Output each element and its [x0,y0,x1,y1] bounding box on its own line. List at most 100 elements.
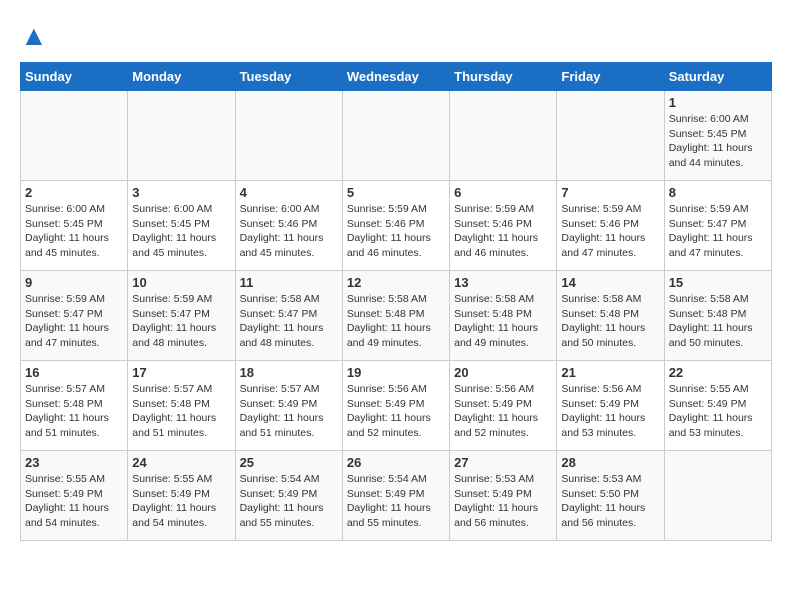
day-info: Sunrise: 5:58 AM Sunset: 5:48 PM Dayligh… [454,292,552,351]
day-number: 17 [132,365,230,380]
day-number: 5 [347,185,445,200]
day-number: 21 [561,365,659,380]
calendar: SundayMondayTuesdayWednesdayThursdayFrid… [20,62,772,541]
day-number: 25 [240,455,338,470]
weekday-header-friday: Friday [557,63,664,91]
day-info: Sunrise: 5:54 AM Sunset: 5:49 PM Dayligh… [347,472,445,531]
logo: ▲ [20,20,50,52]
calendar-cell: 27 Sunrise: 5:53 AM Sunset: 5:49 PM Dayli… [450,451,557,541]
calendar-cell: 16 Sunrise: 5:57 AM Sunset: 5:48 PM Dayli… [21,361,128,451]
calendar-cell: 10 Sunrise: 5:59 AM Sunset: 5:47 PM Dayli… [128,271,235,361]
day-number: 24 [132,455,230,470]
day-number: 22 [669,365,767,380]
weekday-header-row: SundayMondayTuesdayWednesdayThursdayFrid… [21,63,772,91]
calendar-cell [450,91,557,181]
day-number: 13 [454,275,552,290]
day-info: Sunrise: 5:57 AM Sunset: 5:48 PM Dayligh… [132,382,230,441]
calendar-cell: 19 Sunrise: 5:56 AM Sunset: 5:49 PM Dayli… [342,361,449,451]
day-number: 28 [561,455,659,470]
calendar-cell: 24 Sunrise: 5:55 AM Sunset: 5:49 PM Dayli… [128,451,235,541]
week-row-4: 16 Sunrise: 5:57 AM Sunset: 5:48 PM Dayli… [21,361,772,451]
calendar-cell [342,91,449,181]
day-info: Sunrise: 6:00 AM Sunset: 5:46 PM Dayligh… [240,202,338,261]
calendar-cell: 12 Sunrise: 5:58 AM Sunset: 5:48 PM Dayli… [342,271,449,361]
calendar-cell: 11 Sunrise: 5:58 AM Sunset: 5:47 PM Dayli… [235,271,342,361]
day-number: 2 [25,185,123,200]
calendar-cell [664,451,771,541]
weekday-header-saturday: Saturday [664,63,771,91]
day-info: Sunrise: 5:57 AM Sunset: 5:49 PM Dayligh… [240,382,338,441]
header: ▲ [20,20,772,52]
day-number: 7 [561,185,659,200]
calendar-cell: 6 Sunrise: 5:59 AM Sunset: 5:46 PM Daylig… [450,181,557,271]
day-number: 3 [132,185,230,200]
day-info: Sunrise: 5:58 AM Sunset: 5:48 PM Dayligh… [669,292,767,351]
day-number: 16 [25,365,123,380]
day-info: Sunrise: 5:53 AM Sunset: 5:49 PM Dayligh… [454,472,552,531]
calendar-cell: 26 Sunrise: 5:54 AM Sunset: 5:49 PM Dayli… [342,451,449,541]
week-row-2: 2 Sunrise: 6:00 AM Sunset: 5:45 PM Daylig… [21,181,772,271]
calendar-cell: 22 Sunrise: 5:55 AM Sunset: 5:49 PM Dayli… [664,361,771,451]
day-info: Sunrise: 5:56 AM Sunset: 5:49 PM Dayligh… [561,382,659,441]
day-info: Sunrise: 5:56 AM Sunset: 5:49 PM Dayligh… [347,382,445,441]
day-info: Sunrise: 6:00 AM Sunset: 5:45 PM Dayligh… [25,202,123,261]
calendar-cell: 18 Sunrise: 5:57 AM Sunset: 5:49 PM Dayli… [235,361,342,451]
weekday-header-thursday: Thursday [450,63,557,91]
day-info: Sunrise: 5:59 AM Sunset: 5:47 PM Dayligh… [25,292,123,351]
week-row-5: 23 Sunrise: 5:55 AM Sunset: 5:49 PM Dayli… [21,451,772,541]
calendar-cell: 8 Sunrise: 5:59 AM Sunset: 5:47 PM Daylig… [664,181,771,271]
day-number: 10 [132,275,230,290]
day-info: Sunrise: 5:59 AM Sunset: 5:47 PM Dayligh… [132,292,230,351]
day-info: Sunrise: 5:59 AM Sunset: 5:47 PM Dayligh… [669,202,767,261]
calendar-cell [21,91,128,181]
calendar-cell: 1 Sunrise: 6:00 AM Sunset: 5:45 PM Daylig… [664,91,771,181]
day-number: 6 [454,185,552,200]
calendar-cell: 20 Sunrise: 5:56 AM Sunset: 5:49 PM Dayli… [450,361,557,451]
weekday-header-tuesday: Tuesday [235,63,342,91]
calendar-cell [235,91,342,181]
day-info: Sunrise: 5:54 AM Sunset: 5:49 PM Dayligh… [240,472,338,531]
day-number: 1 [669,95,767,110]
day-info: Sunrise: 5:59 AM Sunset: 5:46 PM Dayligh… [454,202,552,261]
day-info: Sunrise: 5:58 AM Sunset: 5:47 PM Dayligh… [240,292,338,351]
day-number: 26 [347,455,445,470]
day-info: Sunrise: 5:59 AM Sunset: 5:46 PM Dayligh… [561,202,659,261]
calendar-cell: 5 Sunrise: 5:59 AM Sunset: 5:46 PM Daylig… [342,181,449,271]
day-number: 18 [240,365,338,380]
day-number: 12 [347,275,445,290]
day-info: Sunrise: 5:55 AM Sunset: 5:49 PM Dayligh… [669,382,767,441]
day-info: Sunrise: 5:57 AM Sunset: 5:48 PM Dayligh… [25,382,123,441]
calendar-cell: 17 Sunrise: 5:57 AM Sunset: 5:48 PM Dayli… [128,361,235,451]
day-number: 20 [454,365,552,380]
calendar-cell: 15 Sunrise: 5:58 AM Sunset: 5:48 PM Dayli… [664,271,771,361]
calendar-cell: 9 Sunrise: 5:59 AM Sunset: 5:47 PM Daylig… [21,271,128,361]
calendar-cell: 3Sunrise: 6:00 AM Sunset: 5:45 PM Daylig… [128,181,235,271]
day-number: 19 [347,365,445,380]
day-info: Sunrise: 6:00 AM Sunset: 5:45 PM Dayligh… [669,112,767,171]
calendar-cell: 21 Sunrise: 5:56 AM Sunset: 5:49 PM Dayli… [557,361,664,451]
day-info: Sunrise: 5:55 AM Sunset: 5:49 PM Dayligh… [132,472,230,531]
day-number: 4 [240,185,338,200]
day-number: 15 [669,275,767,290]
day-number: 11 [240,275,338,290]
week-row-1: 1 Sunrise: 6:00 AM Sunset: 5:45 PM Daylig… [21,91,772,181]
day-info: Sunrise: 5:58 AM Sunset: 5:48 PM Dayligh… [561,292,659,351]
day-number: 8 [669,185,767,200]
weekday-header-sunday: Sunday [21,63,128,91]
day-info: Sunrise: 5:56 AM Sunset: 5:49 PM Dayligh… [454,382,552,441]
day-number: 9 [25,275,123,290]
calendar-cell [557,91,664,181]
day-number: 23 [25,455,123,470]
weekday-header-wednesday: Wednesday [342,63,449,91]
day-info: Sunrise: 5:58 AM Sunset: 5:48 PM Dayligh… [347,292,445,351]
day-info: Sunrise: 5:53 AM Sunset: 5:50 PM Dayligh… [561,472,659,531]
calendar-cell: 2 Sunrise: 6:00 AM Sunset: 5:45 PM Daylig… [21,181,128,271]
calendar-cell: 14 Sunrise: 5:58 AM Sunset: 5:48 PM Dayli… [557,271,664,361]
day-info: Sunrise: 5:59 AM Sunset: 5:46 PM Dayligh… [347,202,445,261]
day-info: Sunrise: 5:55 AM Sunset: 5:49 PM Dayligh… [25,472,123,531]
day-number: 27 [454,455,552,470]
week-row-3: 9 Sunrise: 5:59 AM Sunset: 5:47 PM Daylig… [21,271,772,361]
calendar-cell: 13 Sunrise: 5:58 AM Sunset: 5:48 PM Dayli… [450,271,557,361]
calendar-cell: 23 Sunrise: 5:55 AM Sunset: 5:49 PM Dayli… [21,451,128,541]
day-number: 14 [561,275,659,290]
